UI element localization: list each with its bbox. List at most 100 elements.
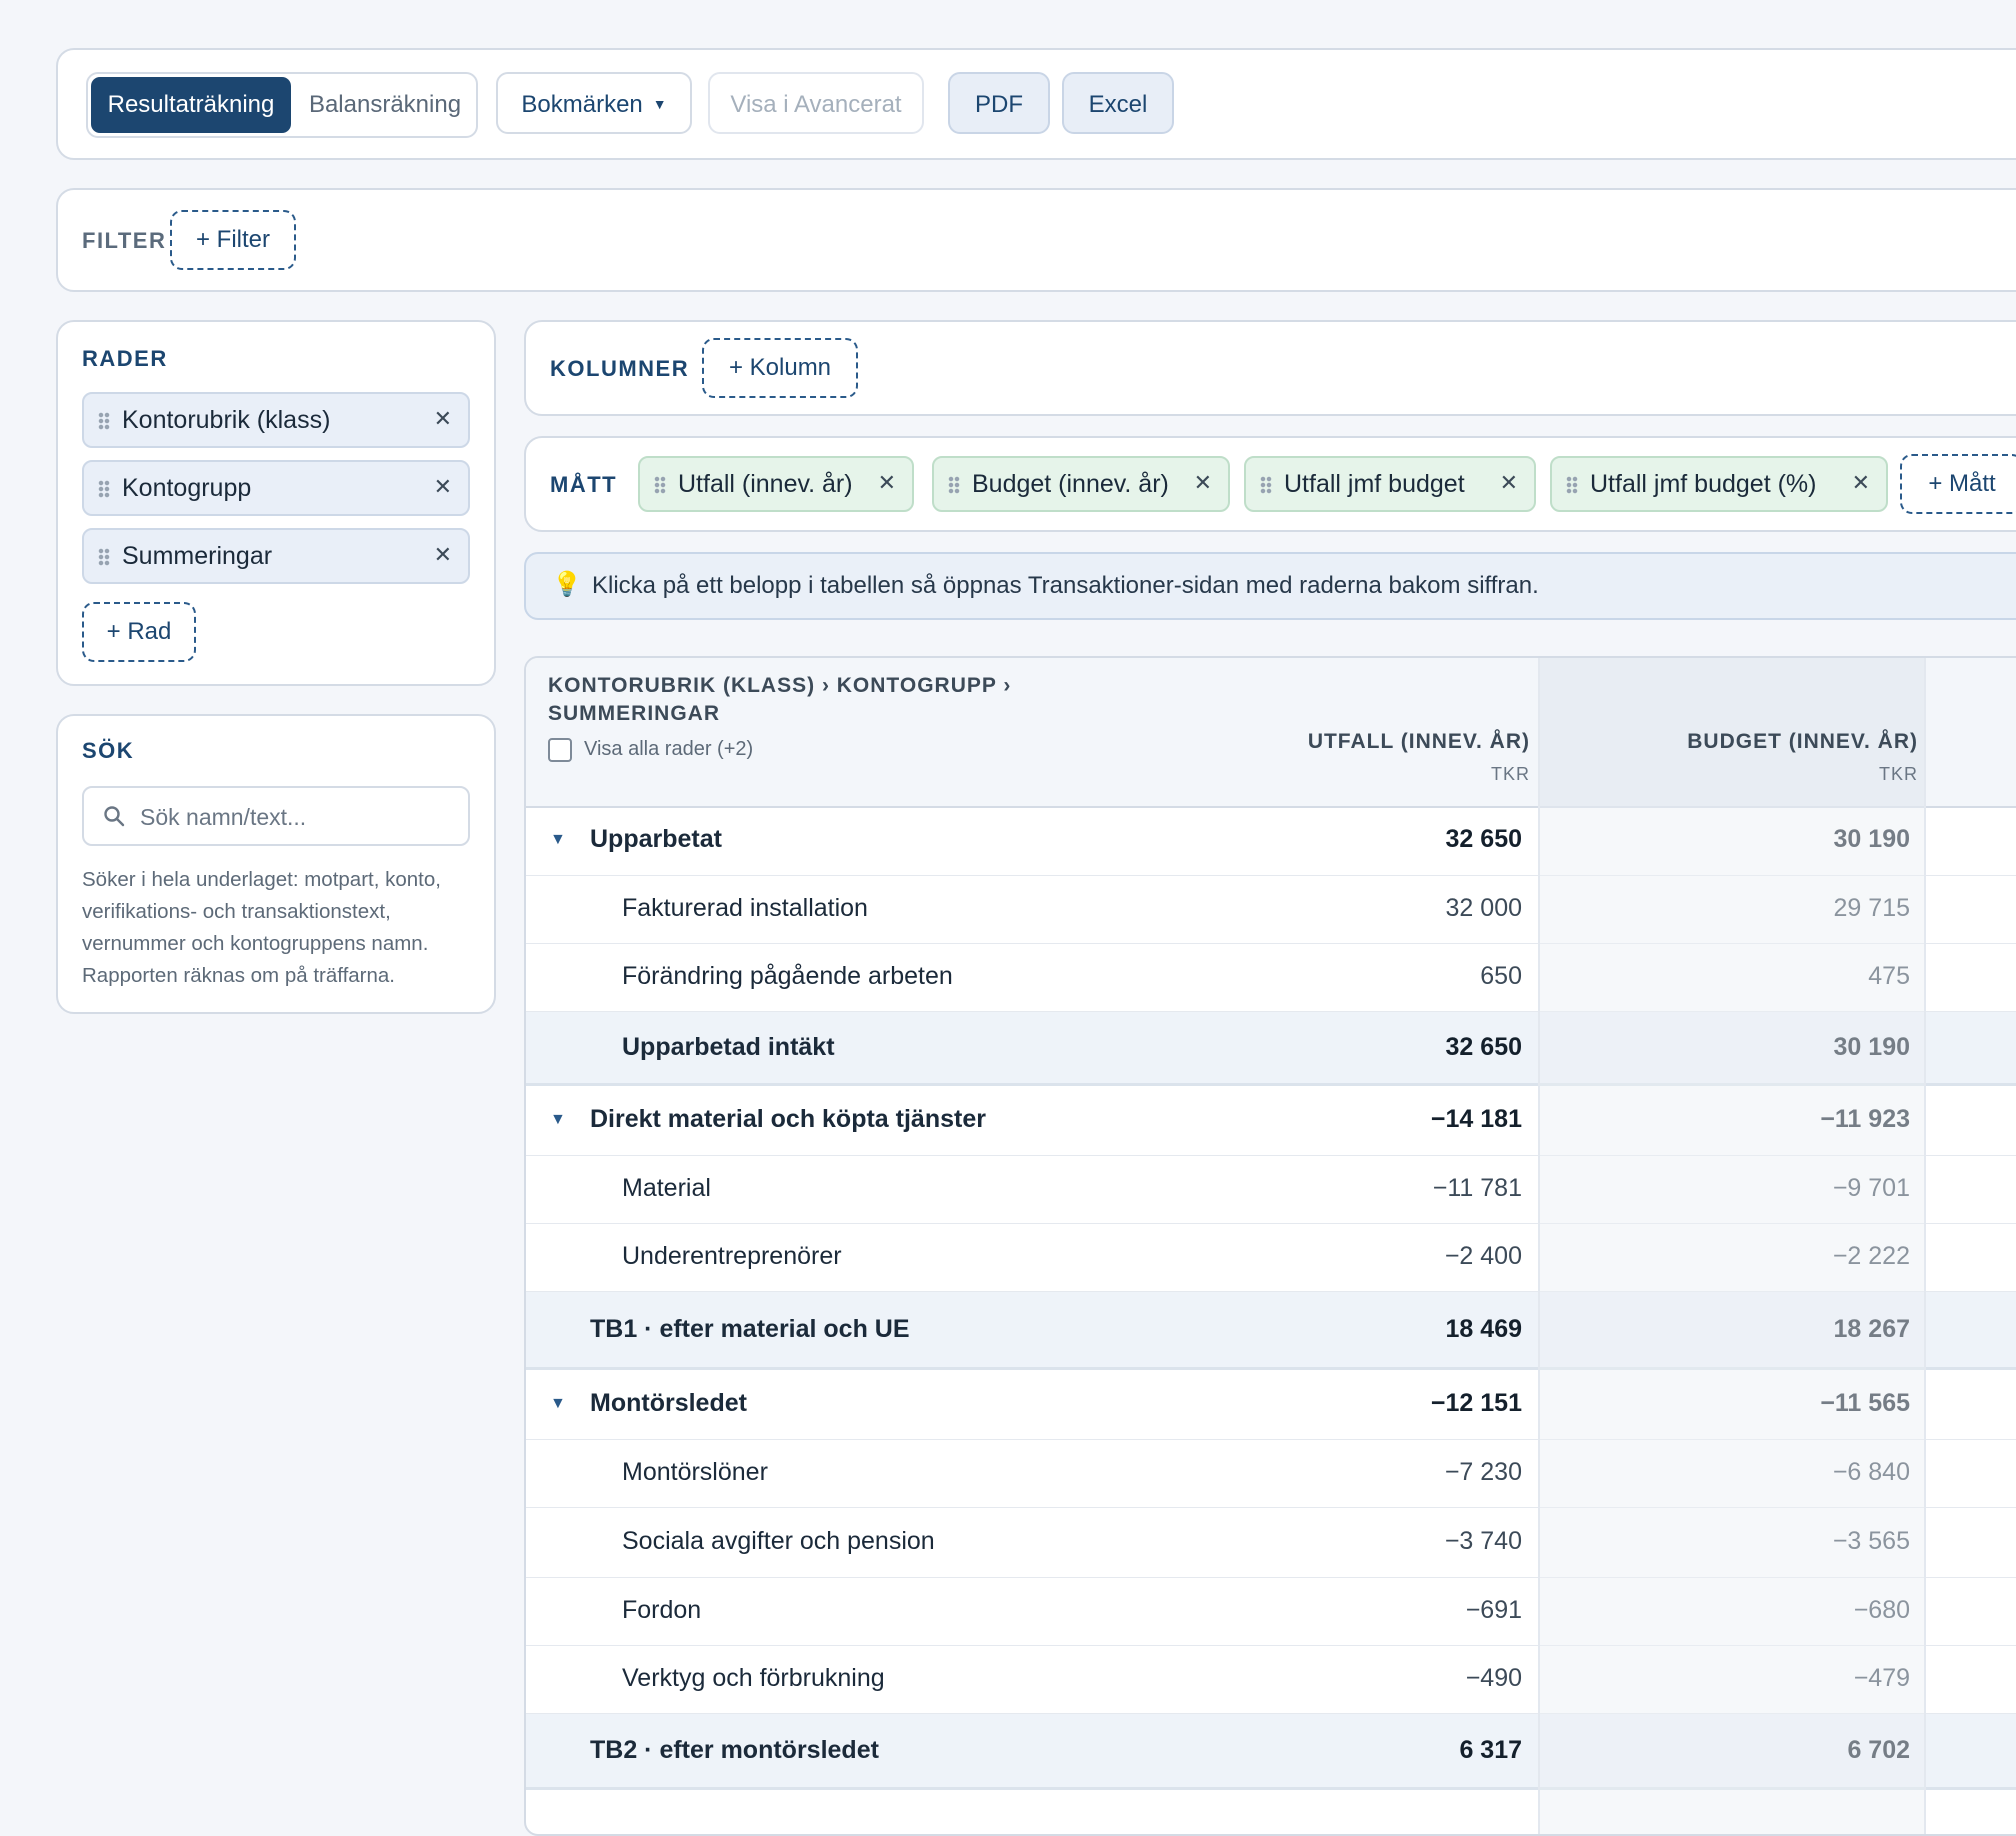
search-input[interactable]: [138, 796, 462, 838]
table-row: Montörslöner −7 230 −6 840: [526, 1440, 2016, 1508]
tab-balansrakning[interactable]: Balansräkning: [294, 77, 476, 133]
utfall-amount[interactable]: −11 781: [1222, 1174, 1522, 1203]
utfall-amount[interactable]: −490: [1222, 1664, 1522, 1693]
table-row: Fordon −691 −680: [526, 1578, 2016, 1646]
search-label: SÖK: [82, 738, 135, 763]
budget-amount[interactable]: −11 923: [1610, 1105, 1910, 1134]
header-path: KONTORUBRIK (KLASS) › KONTOGRUPP ›: [548, 674, 1012, 697]
bookmarks-button[interactable]: Bokmärken ▼: [496, 72, 692, 134]
chip-label: Utfall (innev. år): [678, 470, 853, 498]
row-chip-summeringar[interactable]: Summeringar ✕: [82, 528, 470, 584]
toolbar: Resultaträkning Balansräkning Bokmärken ▼…: [56, 48, 2016, 160]
search-panel: SÖK Söker i hela underlaget: motpart, ko…: [56, 714, 496, 1014]
budget-amount[interactable]: −9 701: [1610, 1174, 1910, 1203]
col-budget-unit: TKR: [1879, 764, 1918, 784]
row-chip-kontorubrik[interactable]: Kontorubrik (klass) ✕: [82, 392, 470, 448]
row-label: Fakturerad installation: [622, 894, 868, 922]
drag-handle-icon[interactable]: [654, 476, 666, 494]
chip-label: Summeringar: [122, 542, 273, 570]
add-column-button[interactable]: + Kolumn: [702, 338, 858, 398]
measure-chip-utfall[interactable]: Utfall (innev. år) ✕: [638, 456, 914, 512]
columns-label: KOLUMNER: [550, 356, 690, 381]
lightbulb-icon: 💡: [552, 571, 582, 598]
close-icon[interactable]: ✕: [434, 406, 452, 432]
drag-handle-icon[interactable]: [98, 480, 110, 498]
collapse-toggle-icon[interactable]: ▼: [550, 1111, 566, 1129]
tip-banner: 💡 Klicka på ett belopp i tabellen så öpp…: [524, 552, 2016, 620]
close-icon[interactable]: ✕: [434, 542, 452, 568]
table-header: KONTORUBRIK (KLASS) › KONTOGRUPP › SUMME…: [526, 658, 2016, 808]
filter-label: FILTER: [82, 228, 167, 253]
utfall-amount[interactable]: −14 181: [1222, 1105, 1522, 1134]
budget-amount[interactable]: −680: [1610, 1596, 1910, 1625]
measure-chip-utfall-jmf-budget-pct[interactable]: Utfall jmf budget (%) ✕: [1550, 456, 1888, 512]
table-row: Material −11 781 −9 701: [526, 1156, 2016, 1224]
utfall-amount[interactable]: −12 151: [1222, 1389, 1522, 1418]
utfall-amount[interactable]: 32 000: [1222, 894, 1522, 923]
collapse-toggle-icon[interactable]: ▼: [550, 831, 566, 849]
search-help-text: Söker i hela underlaget: motpart, konto,…: [82, 868, 441, 987]
measure-chip-budget[interactable]: Budget (innev. år) ✕: [932, 456, 1230, 512]
tab-resultatrakning[interactable]: Resultaträkning: [91, 77, 291, 133]
group-row: ▼ Direkt material och köpta tjänster −14 1…: [526, 1086, 2016, 1156]
utfall-amount[interactable]: 32 650: [1222, 1033, 1522, 1062]
close-icon[interactable]: ✕: [878, 470, 896, 496]
drag-handle-icon[interactable]: [1260, 476, 1272, 494]
utfall-amount[interactable]: 650: [1222, 962, 1522, 991]
add-row-button[interactable]: + Rad: [82, 602, 196, 662]
row-label: Direkt material och köpta tjänster: [590, 1105, 986, 1133]
excel-button[interactable]: Excel: [1062, 72, 1174, 134]
measure-chip-utfall-jmf-budget[interactable]: Utfall jmf budget ✕: [1244, 456, 1536, 512]
row-chip-kontogrupp[interactable]: Kontogrupp ✕: [82, 460, 470, 516]
col-utfall-header[interactable]: UTFALL (INNEV. ÅR): [1308, 730, 1530, 754]
row-label: Förändring pågående arbeten: [622, 962, 953, 990]
utfall-amount[interactable]: −691: [1222, 1596, 1522, 1625]
advanced-view-button[interactable]: Visa i Avancerat: [708, 72, 924, 134]
drag-handle-icon[interactable]: [948, 476, 960, 494]
utfall-amount[interactable]: −7 230: [1222, 1458, 1522, 1487]
close-icon[interactable]: ✕: [1852, 470, 1870, 496]
measures-label: MÅTT: [550, 472, 618, 497]
collapse-toggle-icon[interactable]: ▼: [550, 1395, 566, 1413]
budget-amount[interactable]: 29 715: [1610, 894, 1910, 923]
budget-amount[interactable]: −3 565: [1610, 1527, 1910, 1556]
col-budget-header[interactable]: BUDGET (INNEV. ÅR): [1687, 730, 1918, 754]
utfall-amount[interactable]: 32 650: [1222, 825, 1522, 854]
budget-amount[interactable]: 30 190: [1610, 825, 1910, 854]
pdf-button[interactable]: PDF: [948, 72, 1050, 134]
summary-row: Upparbetad intäkt 32 650 30 190: [526, 1012, 2016, 1086]
utfall-amount[interactable]: 18 469: [1222, 1315, 1522, 1344]
utfall-amount[interactable]: −3 740: [1222, 1527, 1522, 1556]
add-measure-button[interactable]: + Mått: [1900, 454, 2016, 514]
filter-panel: FILTER + Filter: [56, 188, 2016, 292]
header-path-2: SUMMERINGAR: [548, 702, 720, 725]
rows-panel: RADER Kontorubrik (klass) ✕ Kontogrupp ✕…: [56, 320, 496, 686]
group-row: ▼ Upparbetat 32 650 30 190: [526, 806, 2016, 876]
budget-amount[interactable]: 6 702: [1610, 1736, 1910, 1765]
budget-amount[interactable]: −6 840: [1610, 1458, 1910, 1487]
drag-handle-icon[interactable]: [1566, 476, 1578, 494]
budget-amount[interactable]: 18 267: [1610, 1315, 1910, 1344]
drag-handle-icon[interactable]: [98, 412, 110, 430]
add-filter-button[interactable]: + Filter: [170, 210, 296, 270]
drag-handle-icon[interactable]: [98, 548, 110, 566]
table-row: Underentreprenörer −2 400 −2 222: [526, 1224, 2016, 1292]
close-icon[interactable]: ✕: [1500, 470, 1518, 496]
summary-row: TB1 · efter material och UE 18 469 18 267: [526, 1292, 2016, 1370]
summary-row: TB2 · efter montörsledet 6 317 6 702: [526, 1714, 2016, 1790]
budget-amount[interactable]: −2 222: [1610, 1242, 1910, 1271]
utfall-amount[interactable]: −2 400: [1222, 1242, 1522, 1271]
table-row: Verktyg och förbrukning −490 −479: [526, 1646, 2016, 1714]
chip-label: Utfall jmf budget (%): [1590, 470, 1817, 498]
show-all-rows-checkbox[interactable]: [548, 738, 572, 762]
report-type-toggle: Resultaträkning Balansräkning: [86, 72, 478, 138]
budget-amount[interactable]: 475: [1610, 962, 1910, 991]
utfall-amount[interactable]: 6 317: [1222, 1736, 1522, 1765]
budget-amount[interactable]: −11 565: [1610, 1389, 1910, 1418]
search-field[interactable]: [82, 786, 470, 846]
close-icon[interactable]: ✕: [434, 474, 452, 500]
row-label: Sociala avgifter och pension: [622, 1527, 935, 1555]
budget-amount[interactable]: 30 190: [1610, 1033, 1910, 1062]
budget-amount[interactable]: −479: [1610, 1664, 1910, 1693]
close-icon[interactable]: ✕: [1194, 470, 1212, 496]
